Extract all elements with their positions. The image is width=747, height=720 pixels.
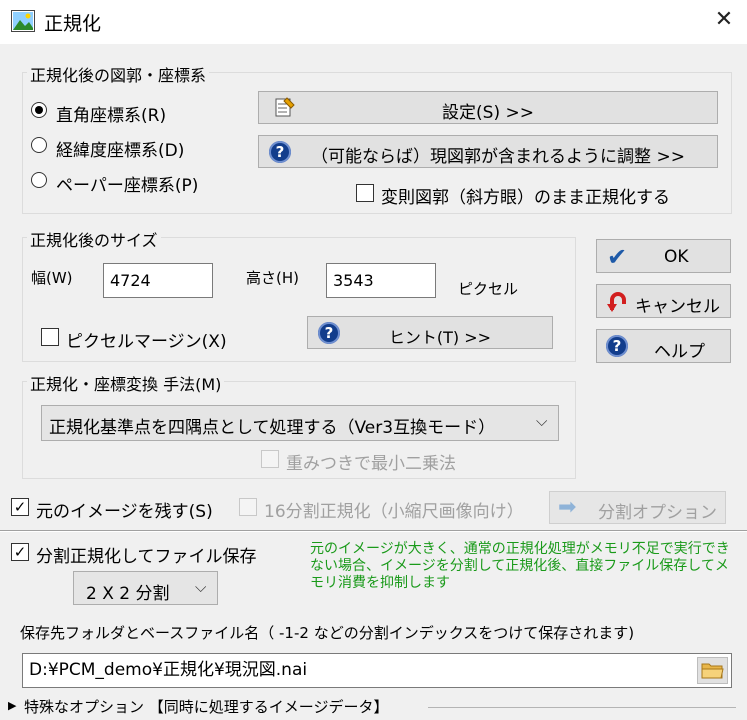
special-options-label[interactable]: 特殊なオプション 【同時に処理するイメージデータ】 <box>24 696 388 717</box>
app-icon <box>11 10 35 32</box>
title-bar <box>0 0 747 44</box>
settings-button-label: 設定(S) >> <box>442 103 534 123</box>
window-title: 正規化 <box>44 13 102 35</box>
size-group-label: 正規化後のサイズ <box>27 227 161 251</box>
keep-original-label: 元のイメージを残す(S) <box>36 502 213 522</box>
folder-icon <box>701 661 724 684</box>
expand-triangle-icon[interactable]: ▶ <box>8 699 16 712</box>
method-select-value: 正規化基準点を四隅点として処理する（Ver3互換モード） <box>49 418 496 438</box>
split-count-select[interactable]: 2 X 2 分割 ⌵ <box>73 571 218 605</box>
save-path-label: 保存先フォルダとベースファイル名（ -1-2 などの分割インデックスをつけて保存… <box>20 624 635 642</box>
deformed-checkbox-label: 変則図郭（斜方眼）のまま正規化する <box>381 188 670 208</box>
help-button-label: ヘルプ <box>654 342 705 362</box>
browse-folder-button[interactable] <box>697 657 728 684</box>
adjust-button[interactable]: ? （可能ならば）現図郭が含まれるように調整 >> <box>258 135 718 168</box>
ok-button-label: OK <box>664 247 689 267</box>
radio-paper-label: ペーパー座標系(P) <box>56 176 199 196</box>
deformed-checkbox[interactable] <box>356 184 374 202</box>
split-save-checkbox[interactable]: ✓ <box>11 543 29 561</box>
help-button[interactable]: ? ヘルプ <box>596 329 731 363</box>
cancel-button-label: キャンセル <box>635 297 720 317</box>
radio-rectangular-label: 直角座標系(R) <box>56 106 167 126</box>
settings-button[interactable]: 設定(S) >> <box>258 91 718 124</box>
pixel-unit-label: ピクセル <box>458 280 519 298</box>
special-options-rule <box>428 707 736 708</box>
ok-button[interactable]: ✔ OK <box>596 239 731 273</box>
method-group-label: 正規化・座標変換 手法(M) <box>27 371 225 395</box>
chevron-down-icon: ⌵ <box>536 412 548 430</box>
width-label: 幅(W) <box>31 269 73 287</box>
chevron-down-icon: ⌵ <box>195 578 207 596</box>
weighted-checkbox-label: 重みつきで最小二乗法 <box>286 454 456 474</box>
height-input[interactable]: 3543 <box>326 263 436 298</box>
split16-checkbox[interactable] <box>239 498 257 516</box>
height-label: 高さ(H) <box>246 269 299 287</box>
width-input[interactable]: 4724 <box>103 263 213 298</box>
radio-latlon[interactable] <box>31 137 47 153</box>
undo-arrow-icon <box>605 290 629 318</box>
split-count-value: 2 X 2 分割 <box>86 584 170 604</box>
split-note: 元のイメージが大きく、通常の正規化処理がメモリ不足で実行できない場合、イメージを… <box>310 541 730 591</box>
help-question-icon: ? <box>606 335 628 357</box>
adjust-button-label: （可能ならば）現図郭が含まれるように調整 >> <box>311 147 685 167</box>
method-select[interactable]: 正規化基準点を四隅点として処理する（Ver3互換モード） ⌵ <box>41 405 559 441</box>
checkmark-icon: ✔ <box>607 243 628 271</box>
divider-highlight <box>0 531 747 532</box>
split-save-label: 分割正規化してファイル保存 <box>36 547 257 567</box>
radio-rectangular[interactable] <box>31 102 47 118</box>
split-option-button-label: 分割オプション <box>598 503 717 523</box>
arrow-right-icon: ➡ <box>558 495 577 520</box>
coord-group-label: 正規化後の図郭・座標系 <box>27 62 210 86</box>
pixel-margin-label: ピクセルマージン(X) <box>66 332 227 352</box>
hint-button-label: ヒント(T) >> <box>388 328 492 347</box>
split-option-button[interactable]: ➡ 分割オプション <box>549 491 726 524</box>
radio-latlon-label: 経緯度座標系(D) <box>56 141 185 161</box>
save-path-input[interactable]: D:¥PCM_demo¥正規化¥現況図.nai <box>22 653 732 688</box>
radio-paper[interactable] <box>31 172 47 188</box>
keep-original-checkbox[interactable]: ✓ <box>11 498 29 516</box>
hint-button[interactable]: ? ヒント(T) >> <box>307 316 553 349</box>
weighted-checkbox[interactable] <box>261 450 279 468</box>
cancel-button[interactable]: キャンセル <box>596 284 731 318</box>
close-icon[interactable]: ✕ <box>710 6 738 34</box>
pixel-margin-checkbox[interactable] <box>41 328 59 346</box>
split16-label: 16分割正規化（小縮尺画像向け） <box>264 502 524 522</box>
